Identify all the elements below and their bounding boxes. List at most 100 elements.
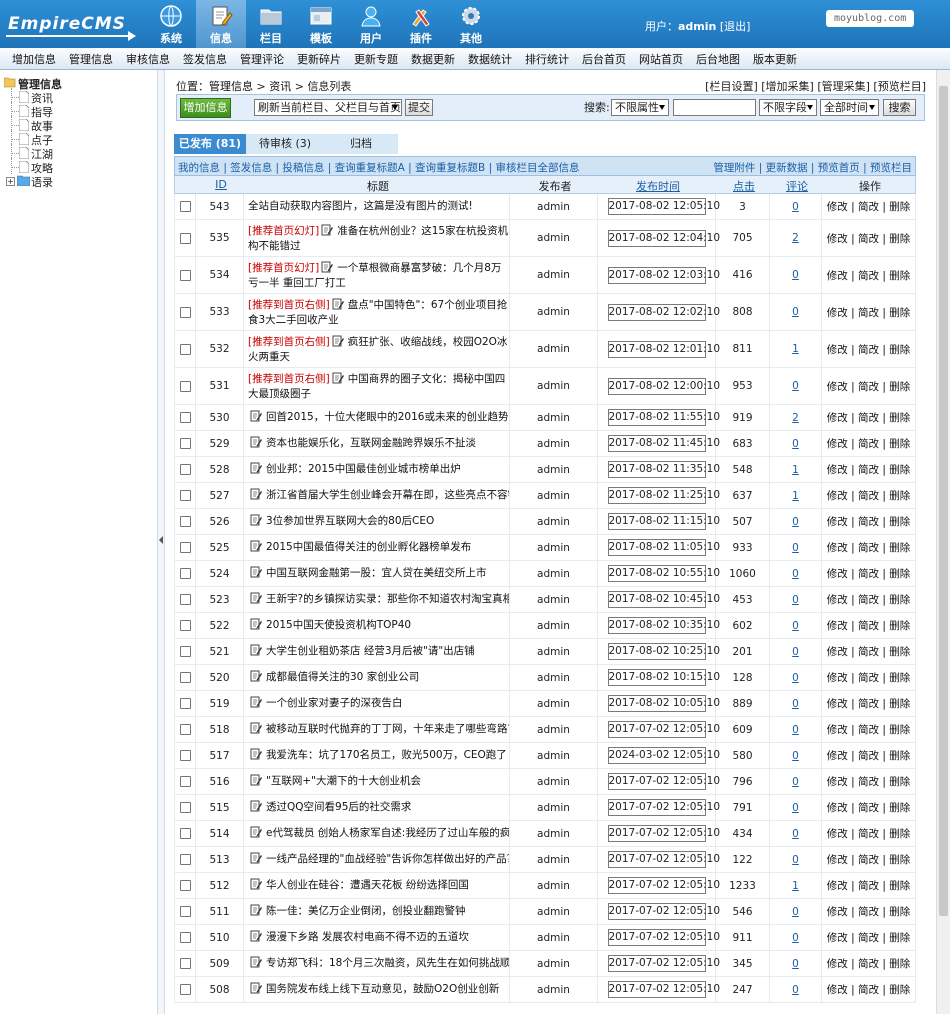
delete-link[interactable]: 删除 — [889, 201, 910, 213]
publish-time-field[interactable]: 2017-07-02 12:05:10 — [607, 903, 720, 920]
simple-edit-link[interactable]: 简改 — [858, 984, 879, 996]
comment-count-link[interactable]: 0 — [792, 620, 799, 632]
edit-note-icon[interactable] — [250, 956, 262, 972]
info-title-text[interactable]: 国务院发布线上线下互动意见，鼓励O2O创业创新 — [266, 983, 499, 995]
publish-time-field[interactable]: 2017-08-02 12:01:10 — [607, 340, 720, 358]
menu-data-stats[interactable]: 数据统计 — [468, 51, 512, 67]
vertical-scrollbar[interactable] — [936, 70, 950, 1014]
simple-edit-link[interactable]: 简改 — [858, 438, 879, 450]
edit-link[interactable]: 修改 — [827, 620, 848, 632]
delete-link[interactable]: 删除 — [889, 828, 910, 840]
simple-edit-link[interactable]: 简改 — [858, 958, 879, 970]
tree-item-jianghu[interactable]: 江湖 — [0, 144, 157, 161]
simple-edit-link[interactable]: 简改 — [858, 516, 879, 528]
simple-edit-link[interactable]: 简改 — [858, 932, 879, 944]
edit-link[interactable]: 修改 — [827, 672, 848, 684]
menu-add-info[interactable]: 增加信息 — [12, 51, 56, 67]
comment-count-link[interactable]: 0 — [792, 932, 799, 944]
delete-link[interactable]: 删除 — [889, 776, 910, 788]
simple-edit-link[interactable]: 简改 — [858, 646, 879, 658]
menu-admin-home[interactable]: 后台首页 — [582, 51, 626, 67]
edit-link[interactable]: 修改 — [827, 412, 848, 424]
info-title-text[interactable]: 王新宇?的乡镇探访实录：那些你不知道农村淘宝真相 — [266, 593, 509, 605]
publish-time-field[interactable]: 2017-07-02 12:05:10 — [607, 773, 720, 790]
nav-column[interactable]: 栏目 — [246, 0, 296, 48]
menu-version-update[interactable]: 版本更新 — [753, 51, 797, 67]
info-title[interactable]: 一线产品经理的"血战经验"告诉你怎样做出好的产品？ — [248, 852, 509, 868]
comment-count-link[interactable]: 0 — [792, 542, 799, 554]
edit-link[interactable]: 修改 — [827, 464, 848, 476]
info-title[interactable]: 中国互联网金融第一股：宜人贷在美纽交所上市 — [248, 566, 487, 582]
publish-time-field[interactable]: 2017-07-02 12:05:10 — [607, 825, 720, 842]
row-checkbox[interactable] — [179, 412, 191, 423]
info-title[interactable]: 全站自动获取内容图片，这篇是没有图片的测试! — [248, 200, 473, 213]
breadcrumb-manage-info[interactable]: 管理信息 — [209, 80, 253, 93]
edit-note-icon[interactable] — [250, 696, 262, 712]
edit-link[interactable]: 修改 — [827, 438, 848, 450]
publish-time-field[interactable]: 2017-08-02 11:55:10 — [607, 409, 720, 426]
edit-link[interactable]: 修改 — [827, 750, 848, 762]
publish-time-field[interactable]: 2017-07-02 12:05:10 — [607, 877, 720, 894]
comment-count-link[interactable]: 1 — [792, 880, 799, 892]
tree-item-news[interactable]: 资讯 — [0, 88, 157, 105]
edit-note-icon[interactable] — [250, 670, 262, 686]
comment-count-link[interactable]: 0 — [792, 698, 799, 710]
comment-count-link[interactable]: 0 — [792, 802, 799, 814]
delete-link[interactable]: 删除 — [889, 854, 910, 866]
delete-link[interactable]: 删除 — [889, 490, 910, 502]
publish-time-field[interactable]: 2017-08-02 10:15:10 — [607, 669, 720, 686]
tree-item-story[interactable]: 故事 — [0, 116, 157, 133]
submit-button[interactable]: 提交 — [405, 99, 433, 116]
simple-edit-link[interactable]: 简改 — [858, 672, 879, 684]
edit-note-icon[interactable] — [332, 298, 344, 314]
delete-link[interactable]: 删除 — [889, 381, 910, 393]
simple-edit-link[interactable]: 简改 — [858, 233, 879, 245]
row-checkbox[interactable] — [179, 854, 191, 865]
info-title-text[interactable]: 创业邦：2015中国最佳创业城市榜单出炉 — [266, 463, 461, 475]
info-title-text[interactable]: 2015中国最值得关注的创业孵化器榜单发布 — [266, 541, 471, 553]
publish-time-field[interactable]: 2017-08-02 10:35:10 — [607, 617, 720, 634]
edit-link[interactable]: 修改 — [827, 880, 848, 892]
comment-count-link[interactable]: 0 — [792, 594, 799, 606]
info-title-text[interactable]: 被移动互联时代抛弃的丁丁网，十年来走了哪些弯路？ — [266, 723, 509, 735]
quick-links-right[interactable]: 管理附件 | 更新数据 | 预览首页 | 预览栏目 — [713, 160, 912, 175]
delete-link[interactable]: 删除 — [889, 412, 910, 424]
delete-link[interactable]: 删除 — [889, 880, 910, 892]
comment-count-link[interactable]: 0 — [792, 438, 799, 450]
simple-edit-link[interactable]: 简改 — [858, 750, 879, 762]
info-title[interactable]: 我爱洗车：坑了170名员工，败光500万，CEO跑了 — [248, 748, 507, 764]
simple-edit-link[interactable]: 简改 — [858, 724, 879, 736]
edit-link[interactable]: 修改 — [827, 828, 848, 840]
edit-note-icon[interactable] — [250, 722, 262, 738]
comment-count-link[interactable]: 0 — [792, 646, 799, 658]
delete-link[interactable]: 删除 — [889, 646, 910, 658]
simple-edit-link[interactable]: 简改 — [858, 776, 879, 788]
simple-edit-link[interactable]: 简改 — [858, 906, 879, 918]
quick-links-left[interactable]: 我的信息 | 签发信息 | 投稿信息 | 查询重复标题A | 查询重复标题B |… — [178, 160, 579, 175]
col-time[interactable]: 发布时间 — [599, 178, 717, 194]
info-title-text[interactable]: 2015中国天使投资机构TOP40 — [266, 619, 411, 631]
search-button[interactable]: 搜索 — [883, 99, 916, 116]
info-title[interactable]: [推荐首页幻灯] 一个草根微商暴富梦破：几个月8万亏一半 重回工厂打工 — [248, 261, 509, 290]
info-title[interactable]: "互联网+"大潮下的十大创业机会 — [248, 774, 421, 790]
edit-link[interactable]: 修改 — [827, 307, 848, 319]
row-checkbox[interactable] — [179, 620, 191, 631]
comment-count-link[interactable]: 1 — [792, 464, 799, 476]
edit-note-icon[interactable] — [321, 261, 334, 277]
row-checkbox[interactable] — [179, 750, 191, 761]
delete-link[interactable]: 删除 — [889, 932, 910, 944]
simple-edit-link[interactable]: 简改 — [858, 594, 879, 606]
logout-link[interactable]: [退出] — [720, 20, 751, 33]
tree-item-strategy[interactable]: 攻略 — [0, 158, 157, 175]
delete-link[interactable]: 删除 — [889, 542, 910, 554]
row-checkbox[interactable] — [179, 438, 191, 449]
edit-note-icon[interactable] — [332, 372, 344, 388]
info-title-text[interactable]: 我爱洗车：坑了170名员工，败光500万，CEO跑了 — [266, 749, 507, 761]
edit-link[interactable]: 修改 — [827, 344, 848, 356]
edit-link[interactable]: 修改 — [827, 542, 848, 554]
publish-time-field[interactable]: 2017-07-02 12:05:10 — [607, 799, 720, 816]
info-title[interactable]: [推荐到首页右侧] 疯狂扩张、收缩战线，校园O2O冰火两重天 — [248, 335, 509, 364]
refresh-select[interactable]: 刷新当前栏目、父栏目与首页 — [254, 99, 402, 116]
panel-splitter[interactable] — [157, 70, 165, 1014]
edit-note-icon[interactable] — [250, 800, 262, 816]
